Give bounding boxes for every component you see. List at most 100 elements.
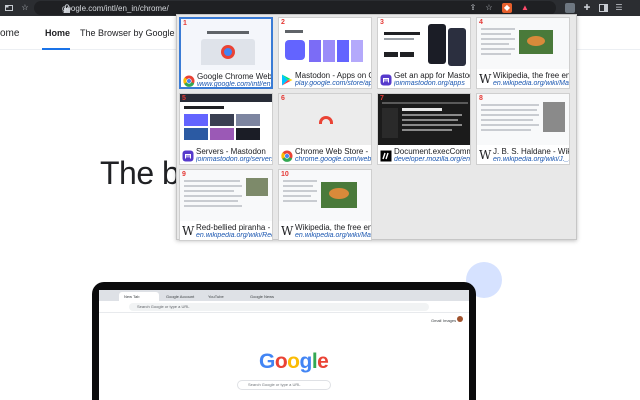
tab-number: 2 bbox=[281, 19, 285, 26]
brave-rewards-icon[interactable]: ▲ bbox=[520, 3, 530, 13]
tab-title: Document.execCommand() bbox=[394, 147, 470, 156]
tab-url: www.google.com/intl/en_in/chrome/ bbox=[197, 81, 271, 88]
tab-number: 6 bbox=[281, 95, 285, 102]
tab-card-6[interactable]: 6 Chrome Web Store - Extensions chrome.g… bbox=[278, 93, 372, 165]
tab-thumbnail bbox=[378, 18, 470, 69]
google-logo-letter: o bbox=[274, 350, 288, 373]
tab-card-1[interactable]: 1 Google Chrome Web Browser www.google.c… bbox=[179, 17, 273, 89]
tab-title: J. B. S. Haldane - Wikipedia bbox=[493, 147, 569, 156]
mock-tab: Google Account bbox=[166, 294, 195, 299]
chrome-icon bbox=[183, 74, 195, 87]
bookmark-star-icon[interactable]: ☆ bbox=[20, 3, 30, 13]
mock-gmail-link: Gmail bbox=[431, 318, 442, 323]
tab-title: Get an app for Mastodon bbox=[394, 71, 470, 80]
google-logo-letter: G bbox=[259, 350, 275, 373]
mock-omnibox-row: Search Google or type a URL bbox=[99, 301, 469, 313]
tab-number: 3 bbox=[380, 19, 384, 26]
tab-url: developer.mozilla.org/en-US/docs bbox=[394, 156, 471, 163]
mastodon-icon bbox=[380, 73, 392, 86]
tab-thumbnail bbox=[180, 170, 272, 221]
tab-caption: Servers - Mastodon joinmastodon.org/serv… bbox=[180, 145, 273, 164]
tab-number: 9 bbox=[182, 171, 186, 178]
wikipedia-icon: W bbox=[281, 224, 294, 238]
tab-thumbnail bbox=[477, 18, 569, 69]
tab-url: chrome.google.com/webstore bbox=[295, 156, 372, 163]
tab-caption: Document.execCommand() developer.mozilla… bbox=[378, 145, 471, 164]
tab-url: en.wikipedia.org/wiki/J._B._S._Haldane bbox=[493, 156, 569, 163]
tab-number: 10 bbox=[281, 171, 289, 178]
tab-title: Wikipedia, the free encyclopedia bbox=[493, 71, 570, 80]
tab-caption: W Wikipedia, the free encyclopedia en.wi… bbox=[279, 221, 372, 240]
tab-thumbnail bbox=[279, 170, 371, 221]
chrome-icon bbox=[281, 149, 293, 162]
wikipedia-icon: W bbox=[479, 72, 492, 86]
tab-card-3[interactable]: 3 Get an app for Mastodon joinmastodon.o… bbox=[377, 17, 471, 89]
tab-caption: Google Chrome Web Browser www.google.com… bbox=[181, 70, 272, 88]
tab-title: Servers - Mastodon bbox=[196, 147, 266, 156]
extension-icon[interactable] bbox=[565, 3, 575, 13]
google-logo-letter: o bbox=[287, 350, 300, 373]
tab-title: Chrome Web Store - Extensions bbox=[295, 147, 371, 156]
mock-omnibox: Search Google or type a URL bbox=[129, 303, 429, 311]
mdn-icon bbox=[380, 149, 392, 162]
google-logo: Google bbox=[259, 350, 329, 374]
nav-the-browser-by-google[interactable]: The Browser by Google bbox=[80, 28, 175, 39]
tab-url: en.wikipedia.org/wiki/Main_Page bbox=[295, 232, 372, 239]
laptop-mockup: New Tab Google Account YouTube Google Ne… bbox=[92, 282, 476, 400]
mock-tab: New Tab bbox=[119, 292, 159, 301]
share-icon[interactable]: ⇪ bbox=[468, 3, 478, 13]
tab-caption: W Red-bellied piranha - Wikipedia en.wik… bbox=[180, 221, 272, 240]
mock-tab: YouTube bbox=[208, 294, 224, 299]
menu-icon[interactable]: ☰ bbox=[614, 3, 624, 13]
tab-card-8[interactable]: 8 W J. B. S. Haldane - Wikipedia en.wiki… bbox=[476, 93, 570, 165]
tab-url: en.wikipedia.org/wiki/Red-bellied_piranh… bbox=[196, 232, 272, 239]
tab-url: en.wikipedia.org/wiki/Main_Page bbox=[493, 80, 570, 87]
tab-thumbnail bbox=[378, 94, 470, 145]
tab-title: Mastodon - Apps on Google Play bbox=[295, 71, 371, 80]
tab-card-7[interactable]: 7 Document.execCommand() developer.mozil… bbox=[377, 93, 471, 165]
tab-thumbnail bbox=[279, 94, 371, 145]
tab-card-5[interactable]: 5 Servers - Mastodon joinmastodon.org/se… bbox=[179, 93, 273, 165]
tab-url: joinmastodon.org/apps bbox=[394, 80, 465, 87]
tab-caption: W J. B. S. Haldane - Wikipedia en.wikipe… bbox=[477, 145, 569, 164]
brave-shield-icon[interactable]: ◆ bbox=[502, 3, 512, 13]
tab-search-icon[interactable] bbox=[4, 3, 14, 13]
tab-number: 7 bbox=[380, 95, 384, 102]
mock-search-box: Search Google or type a URL bbox=[237, 380, 331, 390]
tab-caption: Get an app for Mastodon joinmastodon.org… bbox=[378, 69, 470, 88]
mock-images-link: Images bbox=[443, 318, 457, 323]
tab-url: joinmastodon.org/servers bbox=[196, 156, 273, 163]
mock-tab: Google News bbox=[250, 294, 275, 299]
tab-caption: Chrome Web Store - Extensions chrome.goo… bbox=[279, 145, 372, 164]
tab-thumbnail bbox=[180, 94, 272, 145]
tab-switcher-grid: 1 Google Chrome Web Browser www.google.c… bbox=[176, 14, 577, 241]
address-bar[interactable]: google.com/intl/en_in/chrome/ ⇪ ☆ ◆ ▲ bbox=[34, 1, 556, 15]
bookmark-star-icon[interactable]: ☆ bbox=[484, 3, 494, 13]
google-logo-letter: g bbox=[299, 350, 313, 373]
google-play-icon bbox=[281, 73, 293, 86]
nav-home[interactable]: Home bbox=[45, 28, 70, 39]
sidebar-icon[interactable] bbox=[598, 3, 608, 13]
tab-title: Red-bellied piranha - Wikipedia bbox=[196, 223, 272, 232]
mastodon-icon bbox=[182, 149, 194, 162]
tab-card-2[interactable]: 2 Mastodon - Apps on Google Play play.go… bbox=[278, 17, 372, 89]
tab-url: play.google.com/store/apps bbox=[295, 80, 372, 87]
tab-title: Google Chrome Web Browser bbox=[197, 72, 272, 81]
url-text[interactable]: google.com/intl/en_in/chrome/ bbox=[62, 4, 169, 14]
tab-thumbnail bbox=[279, 18, 371, 69]
tab-card-10[interactable]: 10 W Wikipedia, the free encyclopedia en… bbox=[278, 169, 372, 241]
wikipedia-icon: W bbox=[479, 148, 492, 162]
site-logo-text[interactable]: ome bbox=[0, 28, 19, 39]
tab-title: Wikipedia, the free encyclopedia bbox=[295, 223, 372, 232]
active-nav-indicator bbox=[42, 48, 70, 50]
tab-number: 1 bbox=[183, 20, 187, 27]
tab-thumbnail bbox=[477, 94, 569, 145]
tab-number: 4 bbox=[479, 19, 483, 26]
tab-card-9[interactable]: 9 W Red-bellied piranha - Wikipedia en.w… bbox=[179, 169, 273, 241]
wikipedia-icon: W bbox=[182, 224, 195, 238]
google-logo-letter: e bbox=[317, 350, 329, 373]
tab-card-4[interactable]: 4 W Wikipedia, the free encyclopedia en.… bbox=[476, 17, 570, 89]
tab-number: 5 bbox=[182, 95, 186, 102]
puzzle-icon[interactable]: ✚ bbox=[582, 3, 592, 13]
mock-avatar bbox=[457, 316, 463, 322]
